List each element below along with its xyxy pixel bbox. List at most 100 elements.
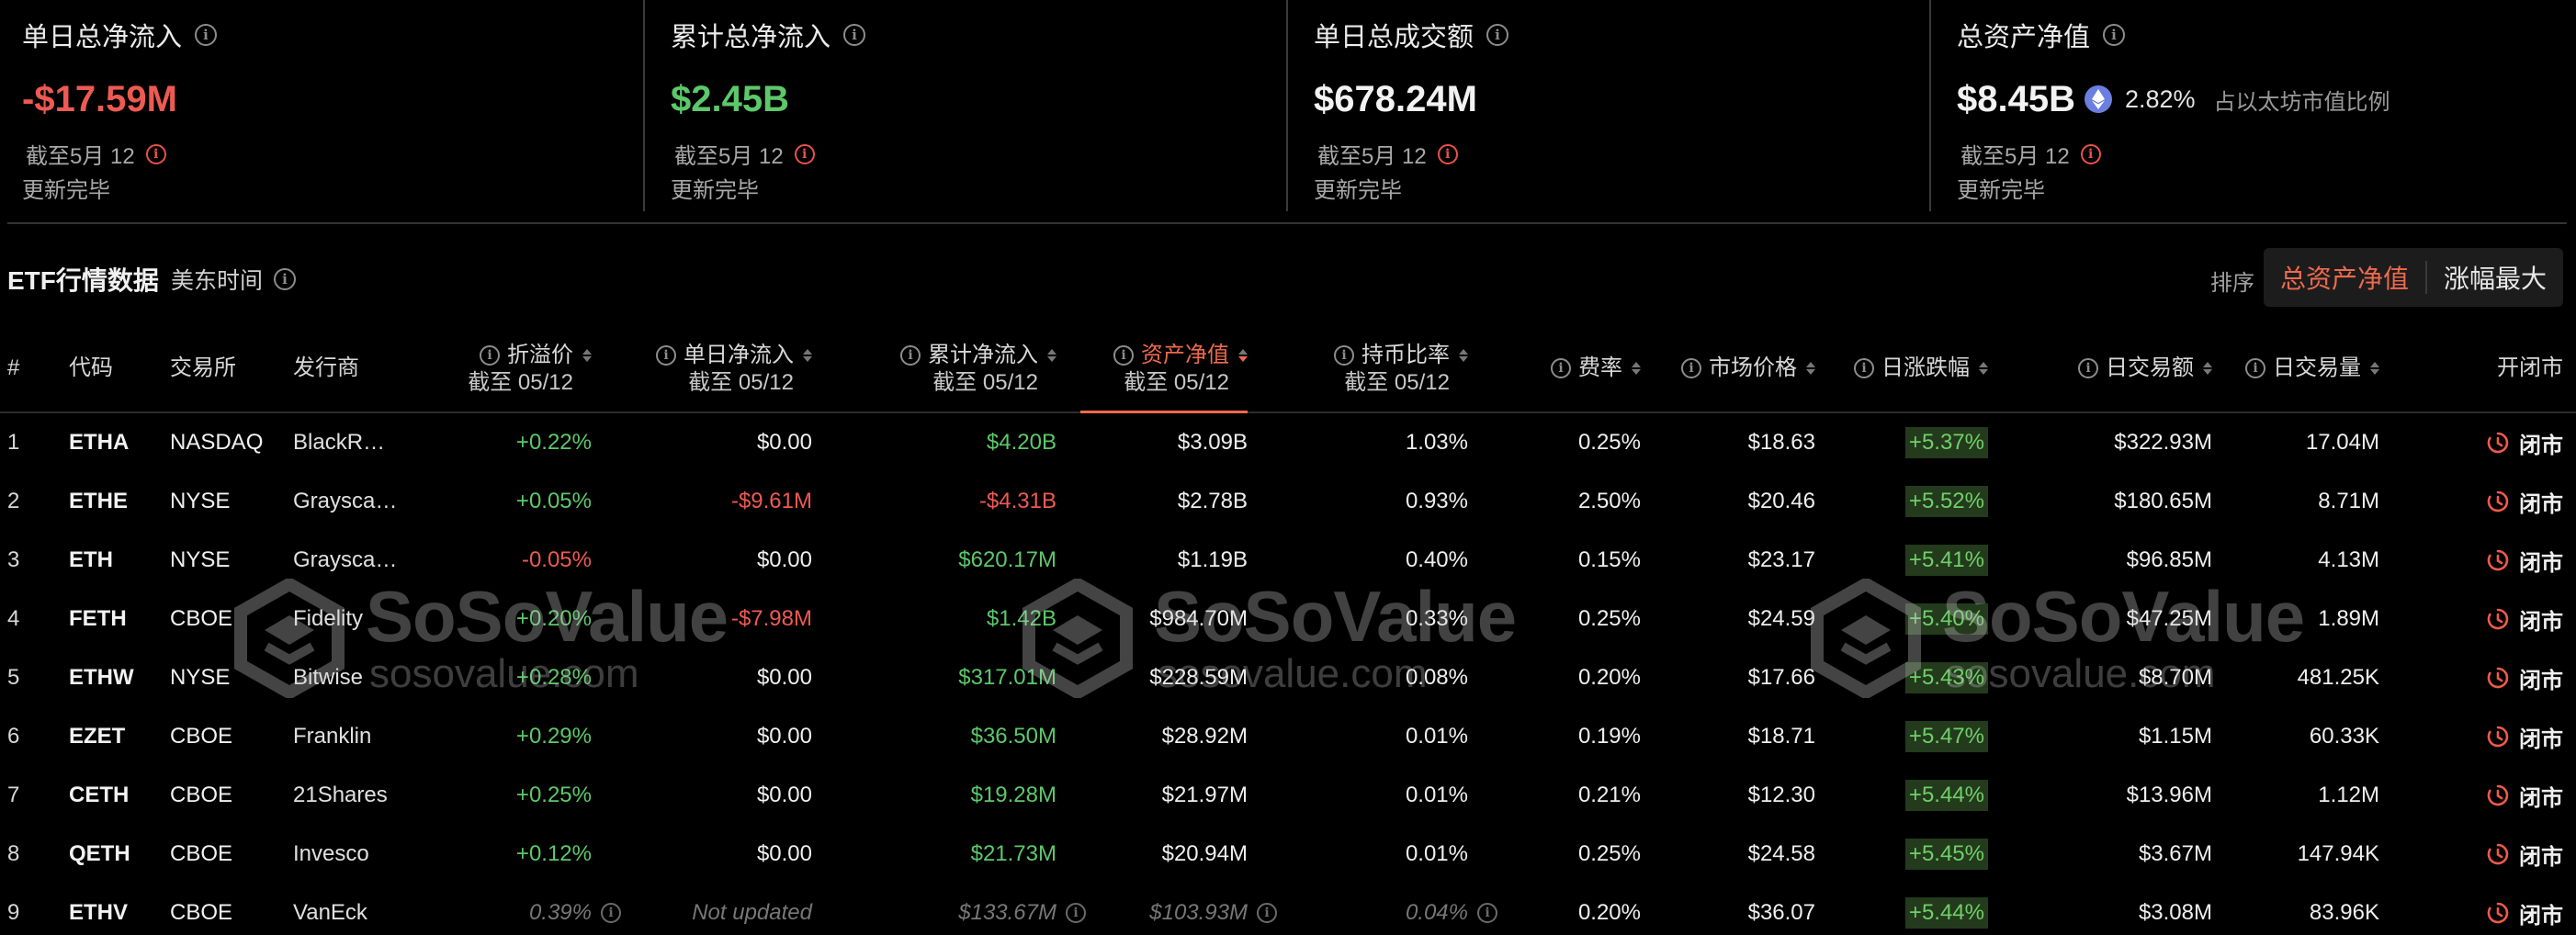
col-daily-change[interactable]: i 日涨跌幅 xyxy=(1854,355,1988,382)
card-title: 单日总净流入 i xyxy=(22,18,643,52)
cell-issuer-text: BlackR… xyxy=(293,430,386,455)
cell-code: CETH xyxy=(69,766,129,825)
table-row[interactable]: 3 ETH NYSE Graysca… -0.05% $0.00 $620.17M $1.19… xyxy=(0,531,2576,590)
cell-issuer: 21Shares xyxy=(293,766,388,825)
card-date-text: 截至5月 12 xyxy=(674,144,784,169)
info-icon[interactable]: i xyxy=(1334,345,1354,366)
cell-exchange-text: CBOE xyxy=(170,606,233,631)
cell-code-text: EZET xyxy=(69,724,126,749)
table-row[interactable]: 9 ETHV CBOE VanEck 0.39% i Not updated $133.67M… xyxy=(0,884,2576,935)
info-icon[interactable]: i xyxy=(1066,903,1086,923)
section-title: ETF行情数据 xyxy=(7,266,159,295)
cell-exchange-text: CBOE xyxy=(170,724,233,749)
cell-fee: 0.15% xyxy=(1578,531,1641,590)
market-status-text: 闭市 xyxy=(2519,550,2563,576)
col-cumulative-inflow[interactable]: i 累计净流入 截至 05/12 xyxy=(900,342,1056,397)
clock-icon xyxy=(2486,607,2510,631)
table-row[interactable]: 6 EZET CBOE Franklin +0.29% $0.00 $36.50M $28.9… xyxy=(0,707,2576,766)
card-value-row: $8.45B 2.82% 占以太坊市值比例 xyxy=(1957,77,2572,121)
col-holding-ratio[interactable]: i 持币比率 截至 05/12 xyxy=(1334,342,1468,397)
table-row[interactable]: 8 QETH CBOE Invesco +0.12% $0.00 $21.73M $20.94… xyxy=(0,825,2576,884)
cell-index-text: 3 xyxy=(7,547,20,572)
cell-fee-text: 0.21% xyxy=(1577,783,1641,807)
table-row[interactable]: 4 FETH CBOE Fidelity +0.20% -$7.98M $1.42B $984… xyxy=(0,590,2576,648)
table-row[interactable]: 1 ETHA NASDAQ BlackR… +0.22% $0.00 $4.20B $3.09… xyxy=(0,413,2576,472)
table-row[interactable]: 5 ETHW NYSE Bitwise +0.28% $0.00 $317.01M $228.… xyxy=(0,648,2576,707)
info-icon[interactable]: i xyxy=(1437,143,1458,164)
table-row[interactable]: 7 CETH CBOE 21Shares +0.25% $0.00 $19.28M $21.9… xyxy=(0,766,2576,825)
cell-daily-inflow: $0.00 xyxy=(757,707,812,766)
info-icon[interactable]: i xyxy=(794,143,815,164)
cell-issuer-text: Bitwise xyxy=(293,665,364,690)
col-price[interactable]: i 市场价格 xyxy=(1681,355,1815,382)
cell-issuer-text: Graysca… xyxy=(293,489,398,513)
cell-holding-ratio: 0.33% xyxy=(1406,590,1468,648)
cell-exchange: CBOE xyxy=(170,590,232,648)
cell-exchange-text: CBOE xyxy=(170,783,233,807)
cell-daily-volume-text: 147.94K xyxy=(2297,841,2379,866)
info-icon[interactable]: i xyxy=(1551,358,1571,378)
info-icon[interactable]: i xyxy=(601,903,621,923)
cell-issuer-text: Graysca… xyxy=(293,547,398,572)
info-icon[interactable]: i xyxy=(2245,358,2265,378)
cell-code: ETHW xyxy=(69,648,134,707)
info-icon[interactable]: i xyxy=(274,268,297,290)
cell-premium: +0.28% xyxy=(516,648,592,707)
cell-issuer: Franklin xyxy=(293,707,371,766)
col-fee[interactable]: i 费率 xyxy=(1551,355,1641,382)
col-code: 代码 xyxy=(69,355,113,380)
col-daily-turnover[interactable]: i 日交易额 xyxy=(2078,355,2212,382)
cell-price: $20.46 xyxy=(1748,472,1815,531)
cell-daily-change: +5.37% xyxy=(1904,413,1988,472)
info-icon[interactable]: i xyxy=(1681,358,1701,378)
cell-holding-ratio: 0.40% xyxy=(1406,531,1468,590)
col-nav[interactable]: i 资产净值 截至 05/12 xyxy=(1080,342,1248,413)
col-issuer: 发行商 xyxy=(293,355,359,380)
info-icon[interactable]: i xyxy=(900,345,921,366)
info-icon[interactable]: i xyxy=(480,345,500,366)
col-daily-volume[interactable]: i 日交易量 xyxy=(2245,355,2379,382)
sort-option-top-gainers[interactable]: 涨幅最大 xyxy=(2427,248,2563,307)
cell-daily-inflow: Not updated xyxy=(692,884,812,935)
info-icon[interactable]: i xyxy=(145,143,166,164)
col-premium[interactable]: i 折溢价 截至 05/12 xyxy=(468,342,592,397)
cell-exchange: NYSE xyxy=(170,531,230,590)
info-icon[interactable]: i xyxy=(656,345,676,366)
cell-daily-turnover-text: $1.15M xyxy=(2138,724,2212,749)
cell-index-text: 6 xyxy=(7,724,20,749)
cell-daily-change: +5.43% xyxy=(1904,648,1988,707)
cell-daily-turnover: $8.70M xyxy=(2139,648,2212,707)
info-icon[interactable]: i xyxy=(1486,24,1509,46)
info-icon[interactable]: i xyxy=(1477,903,1497,923)
info-icon[interactable]: i xyxy=(2078,358,2098,378)
daily-change-badge: +5.41% xyxy=(1904,545,1988,576)
info-icon[interactable]: i xyxy=(1257,903,1277,923)
info-icon[interactable]: i xyxy=(843,24,866,46)
table-row[interactable]: 2 ETHE NYSE Graysca… +0.05% -$9.61M -$4.31B $2.… xyxy=(0,472,2576,531)
cell-cumulative-inflow: $19.28M xyxy=(971,766,1056,825)
card-date-text: 截至5月 12 xyxy=(1960,144,2070,169)
info-icon[interactable]: i xyxy=(1854,358,1874,378)
card-date-text: 截至5月 12 xyxy=(26,144,135,169)
cell-cumulative-inflow: $21.73M xyxy=(971,825,1056,884)
cell-daily-turnover-text: $322.93M xyxy=(2114,430,2212,455)
cell-nav: $228.59M xyxy=(1149,648,1248,707)
cell-market-status: 闭市 xyxy=(2486,825,2563,884)
eth-market-share: 2.82% xyxy=(2124,84,2196,113)
sort-caret-icon xyxy=(2203,362,2212,375)
col-daily-inflow[interactable]: i 单日净流入 截至 05/12 xyxy=(656,342,812,397)
cell-daily-inflow-text: -$9.61M xyxy=(730,489,812,513)
sort-option-nav[interactable]: 总资产净值 xyxy=(2264,248,2425,307)
cell-fee-text: 0.25% xyxy=(1577,841,1641,866)
eth-market-share-label: 占以太坊市值比例 xyxy=(2213,89,2390,115)
info-icon[interactable]: i xyxy=(2080,143,2101,164)
col-exchange: 交易所 xyxy=(170,355,236,380)
cell-price-text: $18.63 xyxy=(1747,430,1815,455)
card-title-text: 累计总净流入 xyxy=(671,23,831,52)
info-icon[interactable]: i xyxy=(195,24,218,46)
info-icon[interactable]: i xyxy=(1113,345,1134,366)
cell-index: 7 xyxy=(7,766,19,825)
cell-daily-inflow-text: $0.00 xyxy=(756,841,812,866)
info-icon[interactable]: i xyxy=(2103,24,2126,46)
cell-fee: 0.21% xyxy=(1578,766,1641,825)
